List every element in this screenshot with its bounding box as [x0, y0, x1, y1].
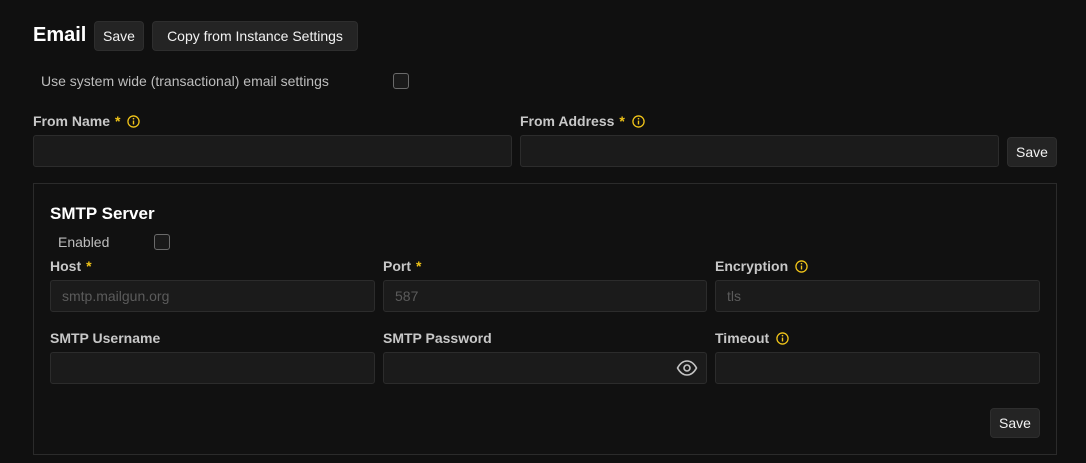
smtp-server-panel — [33, 183, 1057, 455]
info-icon[interactable] — [127, 114, 141, 128]
host-label-text: Host — [50, 258, 82, 274]
email-save-button[interactable]: Save — [94, 21, 144, 51]
info-icon[interactable] — [795, 259, 808, 273]
info-icon[interactable] — [776, 331, 789, 345]
smtp-save-button[interactable]: Save — [990, 408, 1040, 438]
page-title: Email — [33, 24, 87, 46]
email-settings-page: Email Save Copy from Instance Settings U… — [0, 0, 1086, 463]
system-wide-checkbox[interactable] — [393, 73, 409, 89]
system-wide-label: Use system wide (transactional) email se… — [41, 73, 329, 89]
required-mark: * — [416, 258, 422, 274]
from-address-label-text: From Address — [520, 113, 615, 129]
required-mark: * — [115, 113, 121, 129]
smtp-password-input[interactable] — [383, 352, 707, 384]
smtp-enabled-checkbox[interactable] — [154, 234, 170, 250]
smtp-password-label: SMTP Password — [383, 330, 492, 346]
required-mark: * — [86, 258, 92, 274]
encryption-label-text: Encryption — [715, 258, 789, 274]
host-input[interactable] — [50, 280, 375, 312]
copy-from-instance-button[interactable]: Copy from Instance Settings — [152, 21, 358, 51]
from-name-input[interactable] — [33, 135, 512, 167]
timeout-input[interactable] — [715, 352, 1040, 384]
from-address-label: From Address * — [520, 112, 645, 130]
from-name-label-text: From Name — [33, 113, 111, 129]
timeout-label-text: Timeout — [715, 330, 770, 346]
info-icon[interactable] — [632, 114, 645, 128]
encryption-input[interactable] — [715, 280, 1040, 312]
eye-icon[interactable] — [676, 359, 698, 377]
encryption-label: Encryption — [715, 257, 808, 275]
smtp-section-title: SMTP Server — [50, 204, 155, 223]
timeout-label: Timeout — [715, 329, 789, 347]
smtp-username-label: SMTP Username — [50, 330, 161, 346]
port-input[interactable] — [383, 280, 707, 312]
smtp-enabled-label: Enabled — [58, 234, 110, 250]
host-label: Host * — [50, 257, 92, 275]
from-save-button[interactable]: Save — [1007, 137, 1057, 167]
from-name-label: From Name * — [33, 112, 141, 130]
required-mark: * — [619, 113, 625, 129]
port-label-text: Port — [383, 258, 411, 274]
smtp-username-input[interactable] — [50, 352, 375, 384]
from-address-input[interactable] — [520, 135, 999, 167]
port-label: Port * — [383, 257, 421, 275]
